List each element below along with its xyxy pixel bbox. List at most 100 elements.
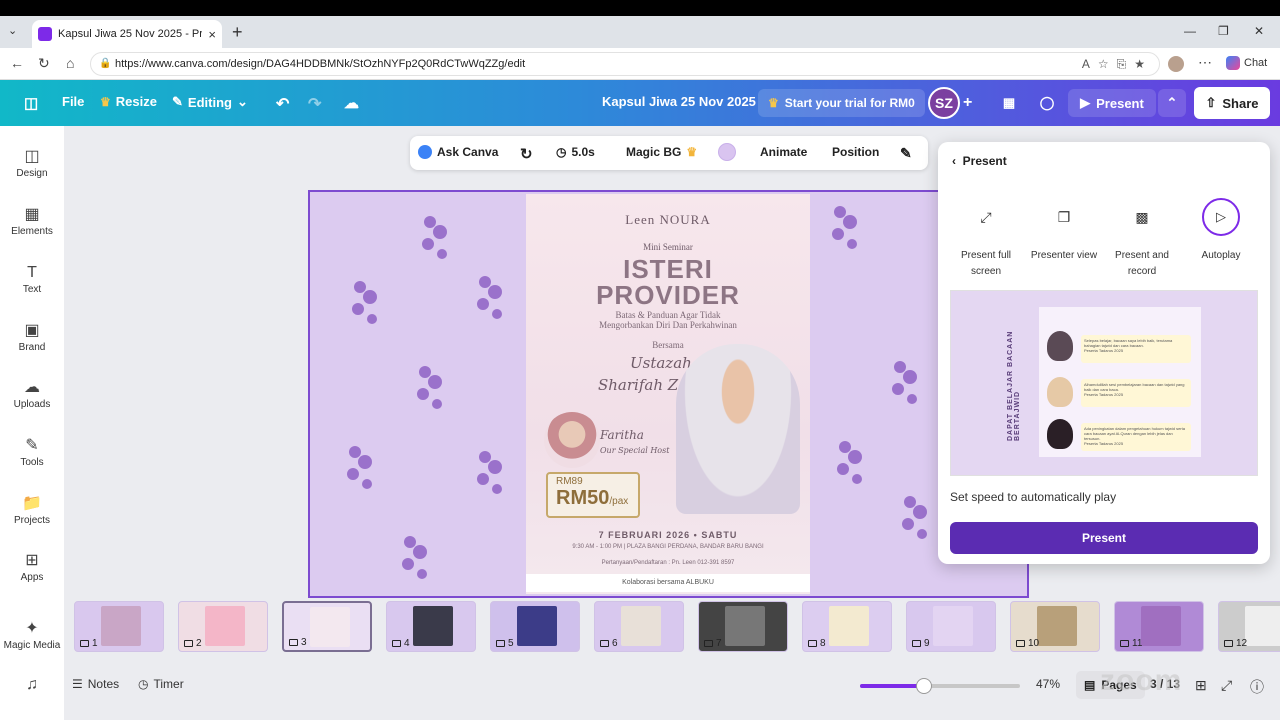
timer-label: Timer <box>153 677 184 691</box>
copilot-chat-button[interactable]: Chat <box>1226 56 1267 70</box>
thumbnail-number: 10 <box>1016 638 1039 649</box>
design-canvas[interactable]: Leen NOURA Mini Seminar ISTERI PROVIDER … <box>308 190 1029 598</box>
user-avatar[interactable]: SZ <box>928 87 960 119</box>
present-and-record-option[interactable]: ▩ Present and record <box>1102 198 1182 280</box>
flower-cluster <box>837 441 862 484</box>
page-thumbnails: 1 2 3 4 5 6 7 8 9 10 11 12 <box>74 601 1280 653</box>
app-window: ⌄ Kapsul Jiwa 25 Nov 2025 - Present × + … <box>0 16 1280 720</box>
sidebar-item-design[interactable]: ◫ Design <box>0 146 64 179</box>
editing-mode-button[interactable]: ✎ Editing ⌄ <box>172 94 248 110</box>
thumbnail-number-label: 2 <box>196 638 202 649</box>
page-thumbnail[interactable]: 11 <box>1114 601 1204 652</box>
zoom-slider[interactable] <box>860 678 1020 694</box>
testimonial-avatar <box>1047 331 1073 361</box>
page-thumbnail[interactable]: 3 <box>282 601 372 652</box>
page-thumbnail[interactable]: 7 <box>698 601 788 652</box>
insights-icon[interactable]: ▦ <box>996 89 1022 117</box>
cloud-saved-icon[interactable]: ☁ <box>344 94 359 112</box>
present-chevron-up-icon[interactable]: ⌃ <box>1158 89 1186 117</box>
page-thumbnail[interactable]: 10 <box>1010 601 1100 652</box>
address-actions[interactable]: A☆⎘★ <box>1082 57 1153 72</box>
duration-label: 5.0s <box>571 145 595 159</box>
position-button[interactable]: Position <box>832 145 879 159</box>
present-button[interactable]: ▶ Present <box>1068 89 1156 117</box>
duration-button[interactable]: ◷ 5.0s <box>556 145 595 159</box>
thumbnail-number: 8 <box>808 638 826 649</box>
resize-button[interactable]: ♛ Resize <box>100 94 157 109</box>
page-thumbnail[interactable]: 5 <box>490 601 580 652</box>
thumbnail-number-label: 9 <box>924 638 930 649</box>
chat-label: Chat <box>1244 57 1268 69</box>
zoom-value[interactable]: 47% <box>1036 677 1060 691</box>
maximize-icon[interactable]: ❐ <box>1218 24 1229 38</box>
undo-icon[interactable]: ↶ <box>276 94 289 114</box>
testimonial-avatar <box>1047 377 1073 407</box>
url-field[interactable]: 🔒 https://www.canva.com/design/DAG4HDDBM… <box>90 52 1160 76</box>
sidebar-toggle-icon[interactable]: ◫ <box>24 94 38 112</box>
fullscreen-icon[interactable]: ⤢ <box>1221 677 1232 694</box>
share-button[interactable]: ⇧ Share <box>1194 87 1270 119</box>
comment-icon <box>1120 640 1129 647</box>
sidebar-item-brand[interactable]: ▣ Brand <box>0 320 64 353</box>
notes-button[interactable]: ☰ Notes <box>72 677 119 691</box>
poster-collab: Kolaborasi bersama ALBUKU <box>526 574 810 592</box>
testimonial-who: Peserta Tadarus 2025 <box>1084 441 1124 446</box>
more-icon[interactable]: ⋯ <box>1198 54 1212 71</box>
page-thumbnail[interactable]: 6 <box>594 601 684 652</box>
file-menu[interactable]: File <box>62 94 84 109</box>
sidebar-item-label: Text <box>22 284 42 295</box>
background-color-swatch[interactable] <box>718 143 736 161</box>
minimize-icon[interactable]: — <box>1184 24 1196 38</box>
close-window-icon[interactable]: ✕ <box>1254 24 1264 38</box>
refresh-icon[interactable]: ↻ <box>38 55 50 72</box>
present-confirm-button[interactable]: Present <box>950 522 1258 554</box>
page-thumbnail[interactable]: 8 <box>802 601 892 652</box>
magic-bg-button[interactable]: Magic BG ♛ <box>626 145 697 159</box>
profile-avatar[interactable] <box>1168 56 1184 72</box>
add-collaborator-icon[interactable]: + <box>963 94 972 112</box>
help-icon[interactable]: ⓘ <box>1250 677 1264 697</box>
sidebar-item-magic-media[interactable]: ✦ Magic Media <box>0 618 64 651</box>
page-thumbnail[interactable]: 12 <box>1218 601 1280 652</box>
poster-host-role: Our Special Host <box>600 446 670 455</box>
ask-canva-button[interactable]: Ask Canva <box>418 145 498 159</box>
present-full-screen-option[interactable]: ⤢ Present full screen <box>946 198 1026 280</box>
new-tab-icon[interactable]: + <box>232 22 243 43</box>
redo-icon[interactable]: ↷ <box>308 94 321 114</box>
tab-list-icon[interactable]: ⌄ <box>8 24 17 37</box>
animate-button[interactable]: Animate <box>760 145 807 159</box>
browser-tab[interactable]: Kapsul Jiwa 25 Nov 2025 - Present × <box>32 20 222 48</box>
timer-button[interactable]: ◷ Timer <box>138 677 184 691</box>
presenter-view-option[interactable]: ❐ Presenter view <box>1024 198 1104 264</box>
sidebar-item-audio[interactable]: ♫ <box>0 674 64 696</box>
zoom-slider-handle[interactable] <box>916 678 932 694</box>
comment-icon[interactable]: ◯ <box>1034 89 1060 117</box>
autoplay-option[interactable]: ▷ Autoplay <box>1181 198 1261 264</box>
sidebar-item-text[interactable]: T Text <box>0 262 64 295</box>
ask-canva-label: Ask Canva <box>437 145 499 159</box>
thumbnail-number-label: 10 <box>1028 638 1040 649</box>
present-panel-back[interactable]: ‹ Present <box>952 154 1007 168</box>
thumbnail-number-label: 11 <box>1132 638 1143 649</box>
seminar-poster[interactable]: Leen NOURA Mini Seminar ISTERI PROVIDER … <box>526 194 810 594</box>
flower-cluster <box>477 276 502 319</box>
transition-icon[interactable]: ↻ <box>520 145 533 163</box>
grid-view-icon[interactable]: ⊞ <box>1195 677 1207 694</box>
close-tab-icon[interactable]: × <box>208 27 216 42</box>
page-thumbnail[interactable]: 1 <box>74 601 164 652</box>
sidebar-item-projects[interactable]: 📁 Projects <box>0 493 64 526</box>
design-icon: ◫ <box>24 148 40 165</box>
notes-label: Notes <box>87 677 120 691</box>
sidebar-item-tools[interactable]: ✎ Tools <box>0 435 64 468</box>
sidebar-item-uploads[interactable]: ☁ Uploads <box>0 377 64 410</box>
page-thumbnail[interactable]: 2 <box>178 601 268 652</box>
sidebar-item-apps[interactable]: ⊞ Apps <box>0 550 64 583</box>
page-thumbnail[interactable]: 9 <box>906 601 996 652</box>
page-thumbnail[interactable]: 4 <box>386 601 476 652</box>
home-icon[interactable]: ⌂ <box>66 55 74 71</box>
paint-format-icon[interactable]: ✎ <box>900 145 912 162</box>
back-icon[interactable]: ← <box>10 55 24 71</box>
start-trial-button[interactable]: ♛ Start your trial for RM0 <box>758 89 925 117</box>
sidebar-item-elements[interactable]: ▦ Elements <box>0 204 64 237</box>
design-title[interactable]: Kapsul Jiwa 25 Nov 2025 <box>602 94 756 109</box>
